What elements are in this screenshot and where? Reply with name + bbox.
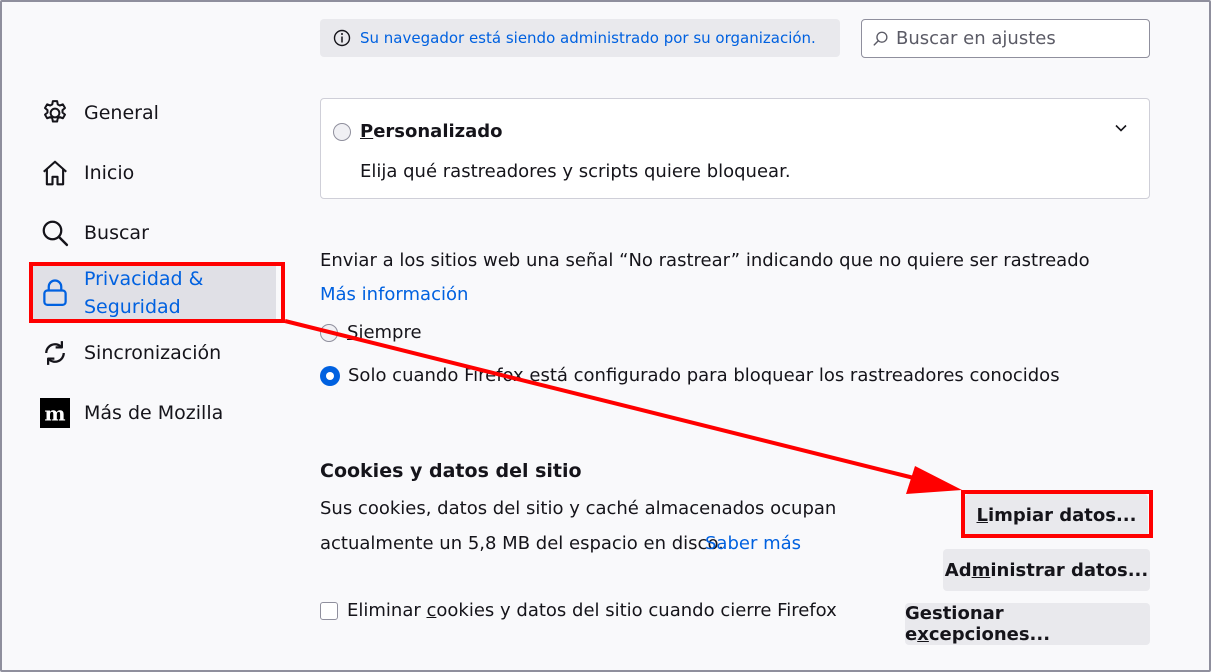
custom-description: Elija qué rastreadores y scripts quiere …	[360, 161, 791, 182]
manage-exceptions-button[interactable]: Gestionar excepciones...	[905, 603, 1150, 645]
sidebar-item-privacidad[interactable]: Privacidad & Seguridad	[32, 264, 276, 322]
cookies-heading: Cookies y datos del sitio	[320, 460, 582, 482]
always-radio[interactable]	[320, 323, 338, 342]
sidebar-item-sincronizacion[interactable]: Sincronización	[32, 334, 276, 372]
sidebar-item-general[interactable]: General	[32, 94, 276, 132]
sidebar-item-label-line1: Privacidad &	[84, 268, 204, 290]
delete-on-close-checkbox[interactable]	[320, 601, 338, 620]
delete-on-close-option[interactable]: Eliminar cookies y datos del sitio cuand…	[320, 600, 837, 621]
search-placeholder: Buscar en ajustes	[896, 28, 1056, 49]
custom-title: Personalizado	[360, 121, 503, 142]
chevron-down-icon[interactable]	[1114, 123, 1128, 133]
dnt-more-info-link[interactable]: Más información	[320, 284, 468, 305]
sidebar-item-label: Sincronización	[84, 342, 222, 364]
cookies-learn-more-link[interactable]: Saber más	[705, 533, 801, 554]
sidebar-item-label: Inicio	[84, 162, 135, 184]
sidebar-item-mas-de-mozilla[interactable]: m Más de Mozilla	[32, 394, 276, 432]
info-icon	[333, 29, 351, 47]
delete-on-close-label: Eliminar cookies y datos del sitio cuand…	[347, 600, 837, 621]
search-input[interactable]: Buscar en ajustes	[861, 19, 1150, 58]
tracking-protection-custom-card[interactable]: Personalizado Elija qué rastreadores y s…	[320, 98, 1150, 199]
managed-browser-notice: Su navegador está siendo administrado po…	[320, 19, 840, 57]
gear-icon	[44, 100, 66, 123]
sidebar-item-label: Buscar	[84, 222, 149, 244]
dnt-description: Enviar a los sitios web una señal “No ra…	[320, 250, 1090, 271]
sidebar-item-label: Más de Mozilla	[84, 402, 224, 424]
sidebar-item-label: General	[84, 102, 159, 124]
custom-radio[interactable]	[333, 123, 351, 141]
dnt-option-always-label: Siempre	[347, 322, 422, 343]
mozilla-logo-icon: m	[40, 398, 70, 428]
dnt-option-only-when-blocking[interactable]: Solo cuando Firefox está configurado par…	[320, 365, 1060, 386]
only-when-radio[interactable]	[320, 365, 340, 386]
manage-data-button[interactable]: Administrar datos...	[943, 549, 1150, 591]
notice-text: Su navegador está siendo administrado po…	[360, 29, 816, 47]
sidebar-item-inicio[interactable]: Inicio	[32, 154, 276, 192]
lock-icon	[43, 279, 67, 306]
cookies-usage-line1: Sus cookies, datos del sitio y caché alm…	[320, 498, 837, 519]
home-icon	[43, 160, 67, 186]
svg-text:m: m	[44, 402, 65, 426]
sidebar-item-label-line2: Seguridad	[84, 296, 181, 318]
clear-data-button[interactable]: Limpiar datos...	[965, 494, 1148, 536]
dnt-option-always[interactable]: Siempre	[320, 322, 422, 343]
dnt-option-only-when-label: Solo cuando Firefox está configurado par…	[348, 365, 1060, 386]
search-icon	[42, 220, 69, 247]
cookies-usage-line2: actualmente un 5,8 MB del espacio en dis…	[320, 533, 724, 554]
sync-icon	[45, 341, 65, 365]
magnifier-icon	[873, 31, 888, 46]
sidebar-item-buscar[interactable]: Buscar	[32, 214, 276, 252]
